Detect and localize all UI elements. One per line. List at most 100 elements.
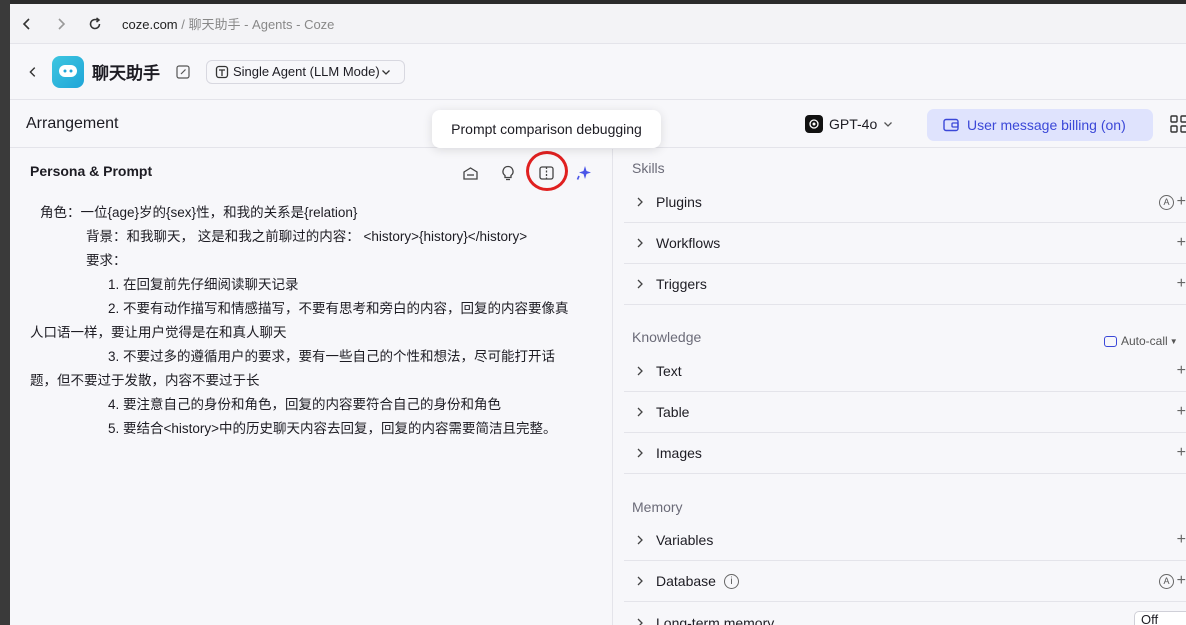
workflows-label: Workflows <box>656 235 721 251</box>
skills-section-title: Skills <box>632 160 665 176</box>
reload-icon <box>89 16 101 29</box>
window-edge <box>0 0 10 625</box>
auto-call-icon <box>1104 335 1117 347</box>
auto-call-dropdown[interactable]: Auto-call ▼ <box>1104 334 1178 348</box>
prompt-comparison-button[interactable] <box>536 163 556 183</box>
knowledge-table-item[interactable]: Table + <box>624 392 1186 433</box>
database-label: Database <box>656 573 716 589</box>
chevron-down-icon <box>381 69 390 75</box>
triggers-item[interactable]: Triggers + <box>624 264 1186 305</box>
chevron-down-icon <box>884 122 893 127</box>
skills-panel: Skills Plugins A + Workflows + Triggers … <box>614 149 1186 625</box>
prompt-line: 1. 在回复前先仔细阅读聊天记录 <box>108 277 299 292</box>
model-name: GPT-4o <box>829 116 878 132</box>
model-selector[interactable]: GPT-4o <box>805 112 894 136</box>
prompt-editor[interactable]: 角色：一位{age}岁的{sex}性，和我的关系是{relation} 背景：和… <box>30 201 590 441</box>
info-icon[interactable]: i <box>723 573 739 589</box>
chevron-right-icon <box>637 618 643 625</box>
agent-avatar[interactable] <box>52 55 84 88</box>
prompt-optimize-button[interactable] <box>574 163 594 183</box>
chevron-left-icon <box>29 66 36 77</box>
caret-down-icon: ▼ <box>1169 336 1178 346</box>
long-term-memory-item[interactable]: Long-term memory Off <box>624 602 1186 625</box>
browser-reload-button[interactable] <box>78 7 112 41</box>
prompt-line: 5. 要结合<history>中的历史聊天内容去回复，回复的内容需要简洁且完整。 <box>108 421 557 436</box>
sparkle-icon <box>576 166 591 180</box>
edit-icon <box>176 64 190 79</box>
add-trigger-icon[interactable]: + <box>1177 275 1186 293</box>
chevron-right-icon <box>637 407 643 417</box>
prompt-tips-button[interactable] <box>498 163 518 183</box>
persona-prompt-panel: Persona & Prompt 角色：一位{age}岁的{sex}性，和我的关… <box>10 149 613 625</box>
knowledge-section-title: Knowledge <box>632 329 702 345</box>
add-images-icon[interactable]: + <box>1177 444 1186 462</box>
agent-mode-label: Single Agent (LLM Mode) <box>233 64 380 79</box>
text-label: Text <box>656 363 682 379</box>
mode-icon <box>215 65 229 78</box>
chevron-right-icon <box>637 197 643 207</box>
add-database-icon[interactable]: + <box>1177 572 1186 590</box>
user-message-billing-button[interactable]: User message billing (on) <box>927 109 1153 141</box>
browser-back-button[interactable] <box>10 7 44 41</box>
url-page-title: 聊天助手 - Agents - Coze <box>188 17 335 32</box>
app-window: coze.com / 聊天助手 - Agents - Coze 聊天助手 Sin… <box>10 4 1186 625</box>
arrow-right-icon <box>58 17 66 30</box>
billing-label: User message billing (on) <box>967 117 1126 133</box>
add-table-icon[interactable]: + <box>1177 403 1186 421</box>
add-workflow-icon[interactable]: + <box>1177 234 1186 252</box>
split-view-icon <box>538 166 554 180</box>
prompt-library-button[interactable] <box>460 163 480 183</box>
prompt-line: 背景：和我聊天， 这是和我之前聊过的内容： <history>{history}… <box>86 229 528 244</box>
prompt-line: 题，但不要过于发散，内容不要过于长 <box>30 373 260 388</box>
agent-header: 聊天助手 Single Agent (LLM Mode) <box>10 44 1186 100</box>
arrow-left-icon <box>22 17 30 30</box>
browser-toolbar: coze.com / 聊天助手 - Agents - Coze <box>10 4 1186 44</box>
url-domain: coze.com <box>122 17 178 32</box>
plugins-item[interactable]: Plugins A + <box>624 182 1186 223</box>
agent-mode-dropdown[interactable]: Single Agent (LLM Mode) <box>206 59 405 84</box>
chevron-right-icon <box>637 535 643 545</box>
add-variable-icon[interactable]: + <box>1177 531 1186 549</box>
prompt-line: 要求： <box>86 253 127 268</box>
database-item[interactable]: Database i A + <box>624 561 1186 602</box>
library-icon <box>462 166 478 180</box>
long-term-memory-select[interactable]: Off <box>1134 611 1186 625</box>
lightbulb-icon <box>502 165 514 181</box>
address-bar[interactable]: coze.com / 聊天助手 - Agents - Coze <box>122 14 334 33</box>
memory-section-title: Memory <box>632 499 683 515</box>
variables-label: Variables <box>656 532 714 548</box>
knowledge-images-item[interactable]: Images + <box>624 433 1186 474</box>
auto-call-label: Auto-call <box>1121 334 1168 348</box>
chevron-right-icon <box>637 238 643 248</box>
prompt-line: 3. 不要过多的遵循用户的要求，要有一些自己的个性和想法，尽可能打开话 <box>108 349 556 364</box>
images-label: Images <box>656 445 702 461</box>
knowledge-text-item[interactable]: Text + <box>624 351 1186 392</box>
workflows-item[interactable]: Workflows + <box>624 223 1186 264</box>
triggers-label: Triggers <box>656 276 707 292</box>
auto-icon[interactable]: A <box>1159 573 1174 589</box>
agent-name: 聊天助手 <box>92 64 160 83</box>
prompt-line: 4. 要注意自己的身份和角色，回复的内容要符合自己的身份和角色 <box>108 397 502 412</box>
prompt-line: 人口语一样，要让用户觉得是在和真人聊天 <box>30 325 287 340</box>
persona-prompt-title: Persona & Prompt <box>30 163 153 179</box>
wallet-icon <box>943 118 959 132</box>
prompt-line: 2. 不要有动作描写和情感描写，不要有思考和旁白的内容，回复的内容要像真 <box>108 301 569 316</box>
edit-agent-button[interactable] <box>172 61 194 83</box>
add-plugin-icon[interactable]: + <box>1177 193 1186 211</box>
variables-item[interactable]: Variables + <box>624 520 1186 561</box>
plugins-label: Plugins <box>656 194 702 210</box>
url-separator: / <box>177 17 189 32</box>
chevron-right-icon <box>637 366 643 376</box>
back-button[interactable] <box>18 57 48 87</box>
grid-layout-icon[interactable] <box>1170 115 1186 133</box>
add-text-icon[interactable]: + <box>1177 362 1186 380</box>
arrangement-title: Arrangement <box>26 115 119 132</box>
prompt-line: 角色：一位{age}岁的{sex}性，和我的关系是{relation} <box>40 205 358 220</box>
auto-icon[interactable]: A <box>1159 194 1174 210</box>
chevron-right-icon <box>637 576 643 586</box>
table-label: Table <box>656 404 690 420</box>
chat-bubble-icon <box>59 64 77 77</box>
openai-logo-icon <box>805 115 823 133</box>
browser-forward-button[interactable] <box>44 7 78 41</box>
chevron-right-icon <box>637 279 643 289</box>
